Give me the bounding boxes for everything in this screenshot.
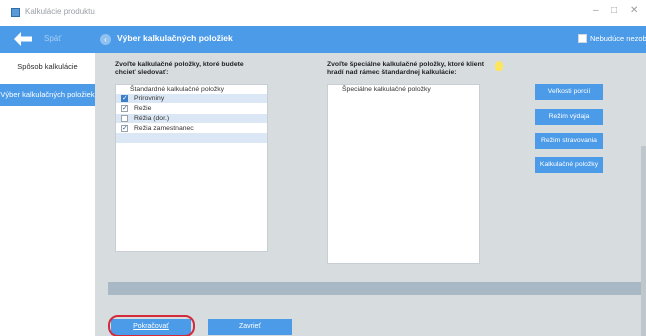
status-strip [108, 282, 646, 295]
main-panel: ‹ Výber kalkulačných položiek Nebudúce n… [95, 26, 646, 336]
maximize-button[interactable]: □ [611, 5, 617, 16]
no-offer-checkbox[interactable] [578, 34, 587, 43]
lightbulb-icon [495, 61, 503, 71]
list-item-label: Režie [134, 105, 152, 112]
app-icon [11, 8, 20, 17]
main-header: ‹ Výber kalkulačných položiek Nebudúce n… [95, 26, 646, 53]
left-instruction-line2: chcieť sledovať: [115, 69, 169, 76]
checkbox-checked[interactable]: ✓ [121, 125, 128, 132]
serving-mode-button[interactable]: Režim výdaja [535, 109, 603, 125]
sidebar-item-calculation-method[interactable]: Spôsob kalkulácie [0, 62, 95, 71]
list-header: Štandardné kalkulačné položky [130, 86, 225, 93]
special-items-list: Špeciálne kalkulačné položky [327, 84, 480, 264]
list-item-label: Réžia (dor.) [134, 115, 170, 122]
no-offer-label: Nebudúce nezobr [590, 34, 646, 43]
list-item-label: Prirovniny [134, 95, 165, 102]
minimize-button[interactable]: – [593, 5, 599, 16]
calculation-items-button[interactable]: Kalkulačné položky [535, 157, 603, 173]
title-bar: Kalkulácie produktu – □ ✕ [0, 0, 646, 26]
right-instruction: Zvoľte špeciálne kalkulačné položky, kto… [327, 61, 484, 77]
highlight-ring [108, 315, 195, 336]
back-button[interactable]: Späť [0, 26, 95, 53]
checkbox-checked[interactable]: ✓ [121, 105, 128, 112]
page-title: Výber kalkulačných položiek [117, 33, 233, 43]
close-window-button[interactable]: ✕ [630, 5, 638, 16]
list-row-empty [116, 133, 267, 143]
window-title: Kalkulácie produktu [25, 7, 95, 16]
list-item[interactable]: Réžia (dor.) [116, 114, 267, 123]
back-arrow-icon [14, 32, 32, 46]
collapse-sidebar-button[interactable]: ‹ [100, 34, 111, 45]
list-header: Špeciálne kalkulačné položky [342, 86, 431, 93]
list-item[interactable]: ✓ Režia zamestnanec [116, 124, 267, 133]
sidebar-item-label: Spôsob kalkulácie [17, 62, 78, 71]
sidebar-item-item-selection[interactable]: Výber kalkulačných položiek [0, 84, 95, 106]
close-button[interactable]: Zavrieť [208, 319, 292, 335]
standard-items-list: Štandardné kalkulačné položky ✓ Prirovni… [115, 84, 268, 252]
list-item[interactable]: ✓ Prirovniny [116, 94, 267, 103]
checkbox-unchecked[interactable] [121, 115, 128, 122]
sidebar: Späť Spôsob kalkulácie Výber kalkulačnýc… [0, 26, 95, 336]
left-instruction-line1: Zvoľte kalkulačné položky, ktoré budete [115, 61, 244, 68]
scrollbar[interactable] [641, 146, 646, 336]
back-label: Späť [44, 34, 62, 43]
left-instruction: Zvoľte kalkulačné položky, ktoré budete … [115, 61, 244, 77]
portion-sizes-button[interactable]: Veľkosti porcií [535, 84, 603, 100]
app-window: Kalkulácie produktu – □ ✕ Späť Spôsob ka… [0, 0, 646, 336]
sidebar-item-label: Výber kalkulačných položiek [0, 90, 95, 99]
right-instruction-line1: Zvoľte špeciálne kalkulačné položky, kto… [327, 61, 484, 68]
boarding-mode-button[interactable]: Režim stravovania [535, 133, 603, 149]
list-item-label: Režia zamestnanec [134, 125, 194, 132]
list-item[interactable]: ✓ Režie [116, 104, 267, 113]
right-instruction-line2: hradí nad rámec štandardnej kalkulácie: [327, 69, 457, 76]
checkbox-checked[interactable]: ✓ [121, 95, 128, 102]
